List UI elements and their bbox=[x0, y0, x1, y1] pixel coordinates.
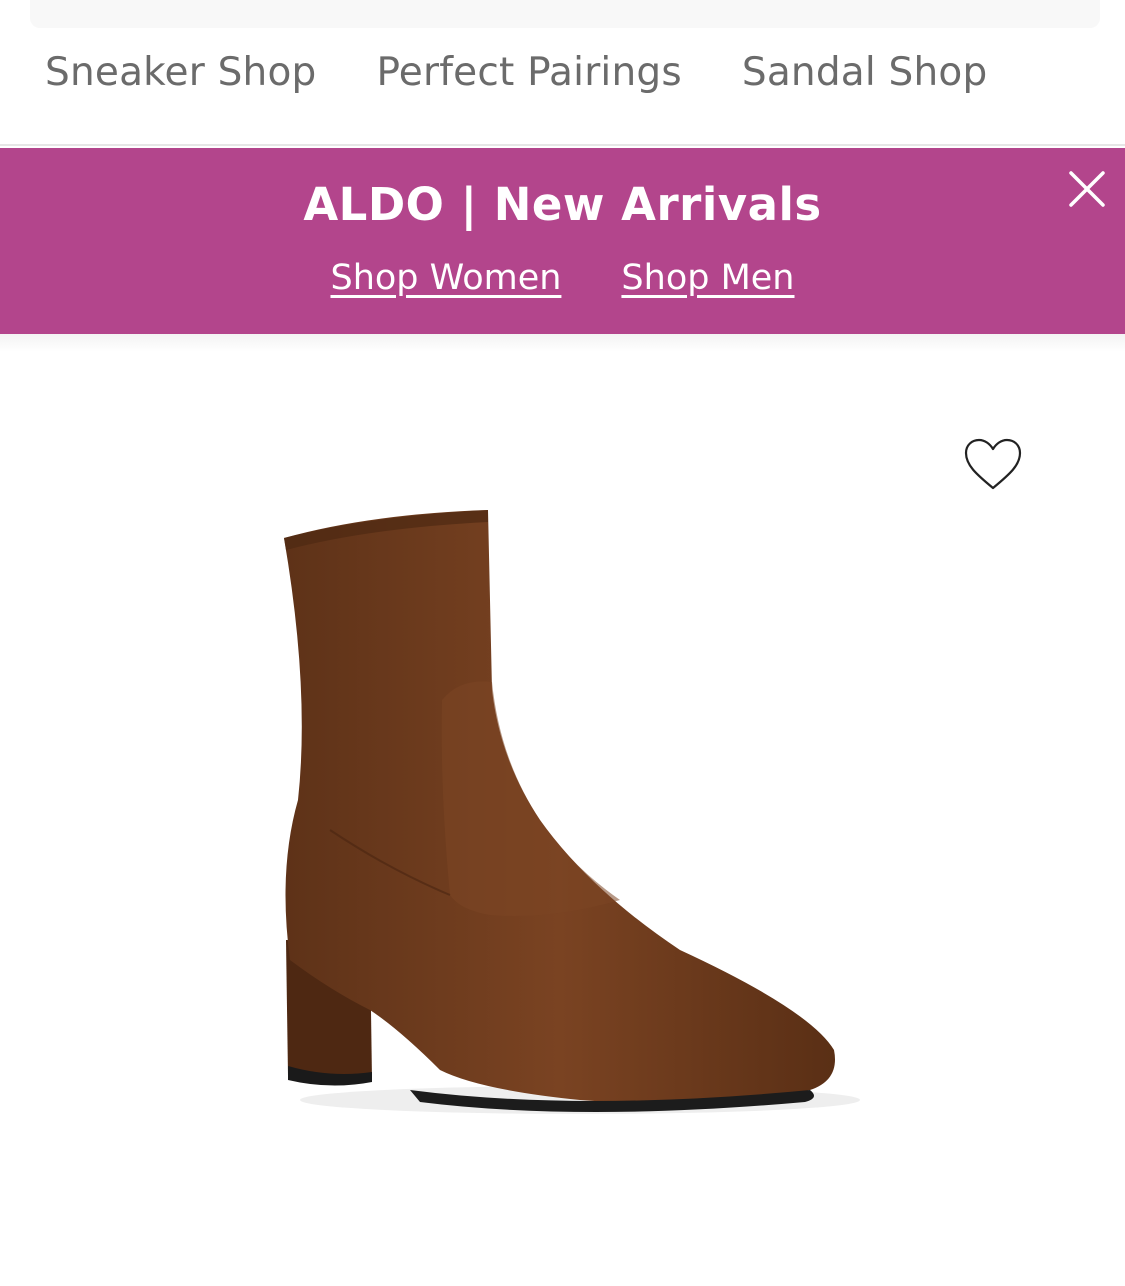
category-link-perfect-pairings[interactable]: Perfect Pairings bbox=[376, 50, 681, 95]
category-link-sandal-shop[interactable]: Sandal Shop bbox=[742, 50, 988, 95]
promo-banner bbox=[0, 148, 1125, 334]
product-page: Sneaker Shop Perfect Pairings Sandal Sho… bbox=[0, 0, 1125, 1286]
ankle-boot-image bbox=[284, 510, 860, 1114]
promo-links: Shop Women Shop Men bbox=[0, 258, 1125, 298]
category-nav: Sneaker Shop Perfect Pairings Sandal Sho… bbox=[0, 28, 1125, 146]
heart-outline-icon bbox=[964, 438, 1022, 490]
search-bar-edge bbox=[30, 0, 1100, 28]
shop-women-link[interactable]: Shop Women bbox=[330, 258, 561, 298]
close-icon bbox=[1069, 171, 1105, 207]
shop-men-link[interactable]: Shop Men bbox=[621, 258, 794, 298]
promo-title: ALDO | New Arrivals bbox=[303, 178, 822, 231]
favorite-button[interactable] bbox=[962, 436, 1024, 492]
boot-panel bbox=[441, 681, 620, 916]
category-link-sneaker-shop[interactable]: Sneaker Shop bbox=[45, 50, 316, 95]
close-banner-button[interactable] bbox=[1066, 168, 1108, 210]
